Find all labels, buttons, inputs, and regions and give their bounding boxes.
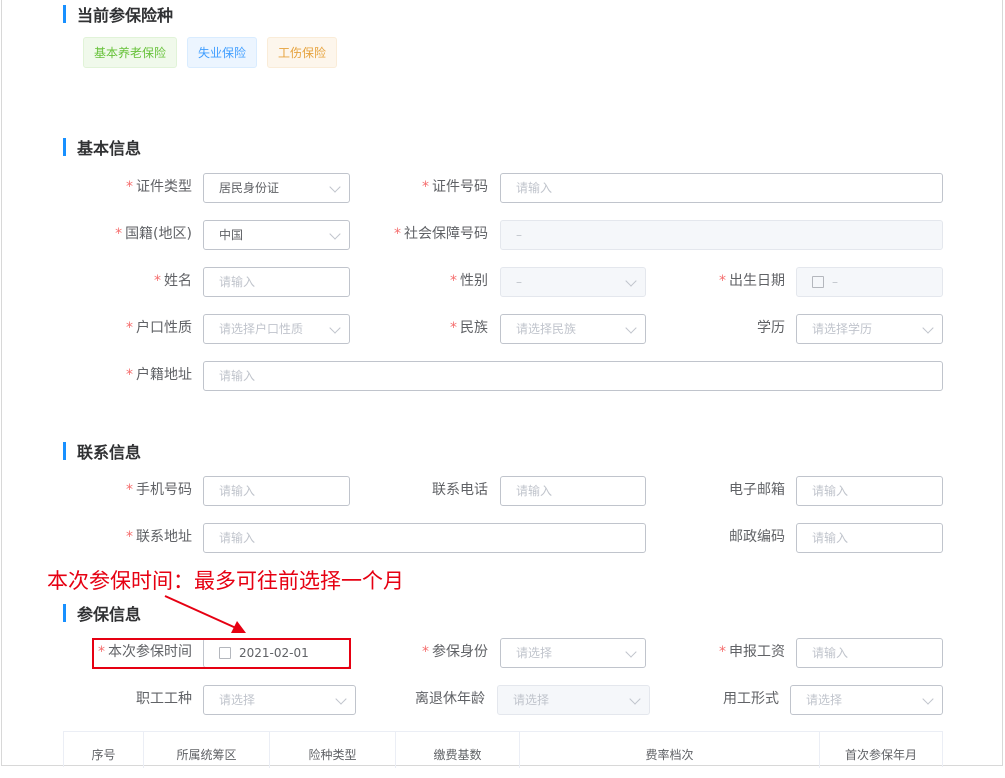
- retire-age-select: 请选择: [497, 685, 650, 715]
- table-header-insurance-type: 险种类型: [270, 732, 396, 768]
- insure-identity-select[interactable]: 请选择: [500, 638, 646, 668]
- section-accent-bar: [63, 604, 66, 622]
- table-header-region: 所属统筹区: [144, 732, 270, 768]
- chevron-down-icon: [625, 646, 637, 658]
- table-header-index: 序号: [64, 732, 144, 768]
- table-header-first-insure-month: 首次参保年月: [844, 748, 917, 762]
- job-type-select[interactable]: 请选择: [203, 685, 356, 715]
- insure-identity-label: * 参保身份: [422, 644, 488, 660]
- section-insurance-info: 参保信息: [63, 604, 142, 624]
- job-type-label: 职工工种: [136, 691, 192, 707]
- chevron-down-icon: [629, 693, 641, 705]
- highlight-box: [92, 638, 351, 669]
- chevron-down-icon: [922, 693, 934, 705]
- employment-form-select[interactable]: 请选择: [790, 685, 943, 715]
- insurance-table: 序号 所属统筹区 险种类型 缴费基数 费率档次 首次参保年月: [63, 731, 943, 768]
- retire-age-label: 离退休年龄: [415, 691, 485, 707]
- declared-wage-input[interactable]: 请输入: [796, 638, 943, 668]
- table-header-rate-level: 费率档次: [520, 732, 820, 768]
- table-header-base: 缴费基数: [396, 732, 520, 768]
- section-title: 参保信息: [77, 605, 142, 624]
- chevron-down-icon: [335, 693, 347, 705]
- employment-form-label: 用工形式: [723, 691, 779, 707]
- declared-wage-label: * 申报工资: [719, 644, 785, 660]
